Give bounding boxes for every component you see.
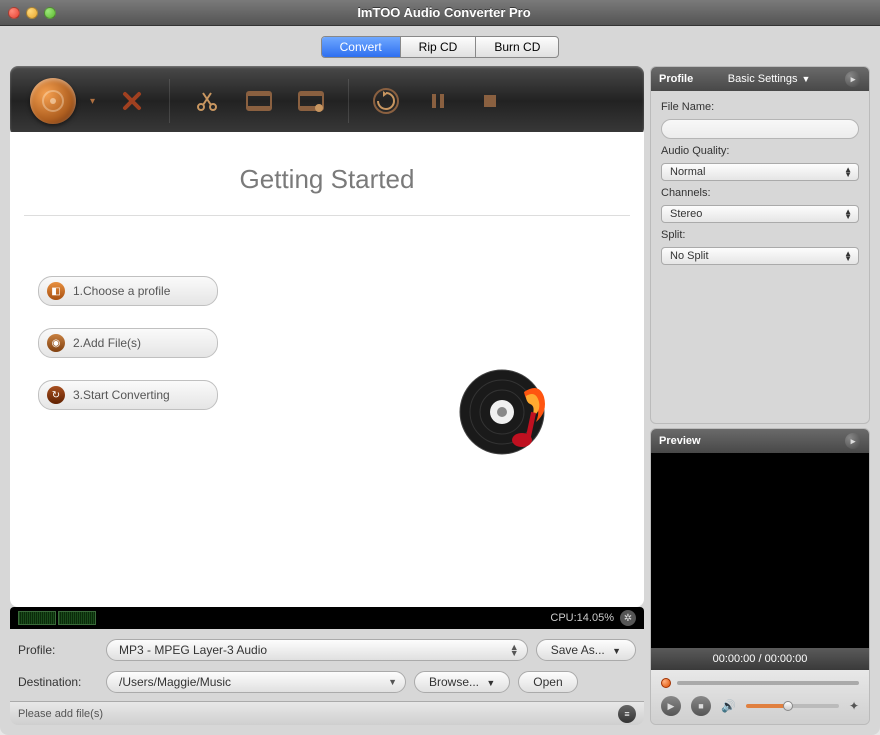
channels-select[interactable]: Stereo ▲▼ xyxy=(661,205,859,223)
channels-label: Channels: xyxy=(661,187,859,199)
toolbar: ▾ xyxy=(10,66,644,136)
stop-button[interactable] xyxy=(471,82,509,120)
seek-track[interactable] xyxy=(677,681,859,685)
panel-collapse-button[interactable]: ▸ xyxy=(845,71,861,87)
step-label: 3.Start Converting xyxy=(73,388,170,402)
control-row: ▶ ■ 🔊 ✦ xyxy=(661,696,859,716)
preview-screen xyxy=(651,453,869,648)
dropdown-arrow-icon: ▼ xyxy=(486,678,495,688)
volume-icon: 🔊 xyxy=(721,699,736,713)
basic-settings-dropdown[interactable]: Basic Settings ▼ xyxy=(728,73,811,85)
filename-input[interactable] xyxy=(661,119,859,139)
save-as-button[interactable]: Save As... ▼ xyxy=(536,639,636,661)
dropdown-arrow-icon: ▼ xyxy=(612,646,621,656)
profile-label: Profile: xyxy=(18,643,98,657)
add-files-button[interactable] xyxy=(30,78,76,124)
preview-title: Preview xyxy=(659,435,701,447)
clip-button-1[interactable] xyxy=(240,82,278,120)
cpu-bar: CPU:14.05% ✲ xyxy=(10,607,644,629)
profile-tab[interactable]: Profile xyxy=(659,73,693,85)
split-select[interactable]: No Split ▲▼ xyxy=(661,247,859,265)
cpu-settings-button[interactable]: ✲ xyxy=(620,610,636,626)
split-label: Split: xyxy=(661,229,859,241)
traffic-lights xyxy=(8,7,56,19)
tab-burn-cd[interactable]: Burn CD xyxy=(476,37,558,57)
profile-select[interactable]: MP3 - MPEG Layer-3 Audio ▲▼ xyxy=(106,639,528,661)
close-window-button[interactable] xyxy=(8,7,20,19)
convert-icon: ↻ xyxy=(47,386,65,404)
preview-time: 00:00:00 / 00:00:00 xyxy=(651,648,869,670)
convert-button[interactable] xyxy=(367,82,405,120)
volume-thumb[interactable] xyxy=(783,701,793,711)
titlebar: ImTOO Audio Converter Pro xyxy=(0,0,880,26)
play-button[interactable]: ▶ xyxy=(661,696,681,716)
status-message: Please add file(s) xyxy=(18,708,103,720)
clip-button-2[interactable] xyxy=(292,82,330,120)
stop-preview-button[interactable]: ■ xyxy=(691,696,711,716)
dropdown-arrow-icon: ▼ xyxy=(388,679,397,685)
updown-arrows-icon: ▲▼ xyxy=(844,251,852,261)
dropdown-arrow-icon: ▼ xyxy=(802,74,811,84)
settings-body: File Name: Audio Quality: Normal ▲▼ Chan… xyxy=(651,91,869,423)
preview-header: Preview ▸ xyxy=(651,429,869,453)
browse-button[interactable]: Browse... ▼ xyxy=(414,671,510,693)
volume-slider[interactable] xyxy=(746,704,839,708)
settings-panel: Profile Basic Settings ▼ ▸ File Name: Au… xyxy=(650,66,870,424)
profile-icon: ◧ xyxy=(47,282,65,300)
profile-row: Profile: MP3 - MPEG Layer-3 Audio ▲▼ Sav… xyxy=(18,639,636,661)
tab-convert[interactable]: Convert xyxy=(322,37,401,57)
step-start-converting[interactable]: ↻ 3.Start Converting xyxy=(38,380,218,410)
settings-header: Profile Basic Settings ▼ ▸ xyxy=(651,67,869,91)
destination-label: Destination: xyxy=(18,675,98,689)
step-add-files[interactable]: ◉ 2.Add File(s) xyxy=(38,328,218,358)
dropdown-arrow-icon[interactable]: ▾ xyxy=(90,96,95,107)
seek-row xyxy=(661,678,859,688)
zoom-window-button[interactable] xyxy=(44,7,56,19)
updown-arrows-icon: ▲▼ xyxy=(510,644,519,656)
bottom-panel: Profile: MP3 - MPEG Layer-3 Audio ▲▼ Sav… xyxy=(10,629,644,697)
snapshot-icon[interactable]: ✦ xyxy=(849,699,859,713)
getting-started-title: Getting Started xyxy=(10,164,644,195)
audio-quality-select[interactable]: Normal ▲▼ xyxy=(661,163,859,181)
preview-collapse-button[interactable]: ▸ xyxy=(845,433,861,449)
add-files-icon: ◉ xyxy=(47,334,65,352)
destination-row: Destination: /Users/Maggie/Music ▼ Brows… xyxy=(18,671,636,693)
audio-quality-label: Audio Quality: xyxy=(661,145,859,157)
open-button[interactable]: Open xyxy=(518,671,577,693)
minimize-window-button[interactable] xyxy=(26,7,38,19)
destination-value: /Users/Maggie/Music xyxy=(119,675,231,689)
left-column: ▾ xyxy=(10,66,644,725)
cpu-label: CPU:14.05% xyxy=(550,612,614,624)
preview-controls: ▶ ■ 🔊 ✦ xyxy=(651,670,869,724)
window-title: ImTOO Audio Converter Pro xyxy=(56,5,872,20)
app-body: Convert Rip CD Burn CD ▾ xyxy=(0,26,880,735)
cut-button[interactable] xyxy=(188,82,226,120)
destination-select[interactable]: /Users/Maggie/Music ▼ xyxy=(106,671,406,693)
remove-button[interactable] xyxy=(113,82,151,120)
step-label: 1.Choose a profile xyxy=(73,284,170,298)
status-bar: Please add file(s) ≡ xyxy=(10,701,644,725)
step-choose-profile[interactable]: ◧ 1.Choose a profile xyxy=(38,276,218,306)
tab-rip-cd[interactable]: Rip CD xyxy=(401,37,477,57)
pause-button[interactable] xyxy=(419,82,457,120)
updown-arrows-icon: ▲▼ xyxy=(844,209,852,219)
step-label: 2.Add File(s) xyxy=(73,336,141,350)
tab-row: Convert Rip CD Burn CD xyxy=(10,36,870,58)
cpu-graph xyxy=(18,611,96,625)
seek-thumb[interactable] xyxy=(661,678,671,688)
profile-value: MP3 - MPEG Layer-3 Audio xyxy=(119,643,267,657)
mode-tabs: Convert Rip CD Burn CD xyxy=(321,36,560,58)
disc-artwork xyxy=(454,362,554,462)
updown-arrows-icon: ▲▼ xyxy=(844,167,852,177)
filename-label: File Name: xyxy=(661,101,859,113)
preview-panel: Preview ▸ 00:00:00 / 00:00:00 ▶ ■ 🔊 xyxy=(650,428,870,725)
main-canvas: Getting Started ◧ 1.Choose a profile ◉ 2… xyxy=(10,132,644,607)
right-column: Profile Basic Settings ▼ ▸ File Name: Au… xyxy=(650,66,870,725)
status-action-button[interactable]: ≡ xyxy=(618,705,636,723)
main-row: ▾ xyxy=(10,66,870,725)
